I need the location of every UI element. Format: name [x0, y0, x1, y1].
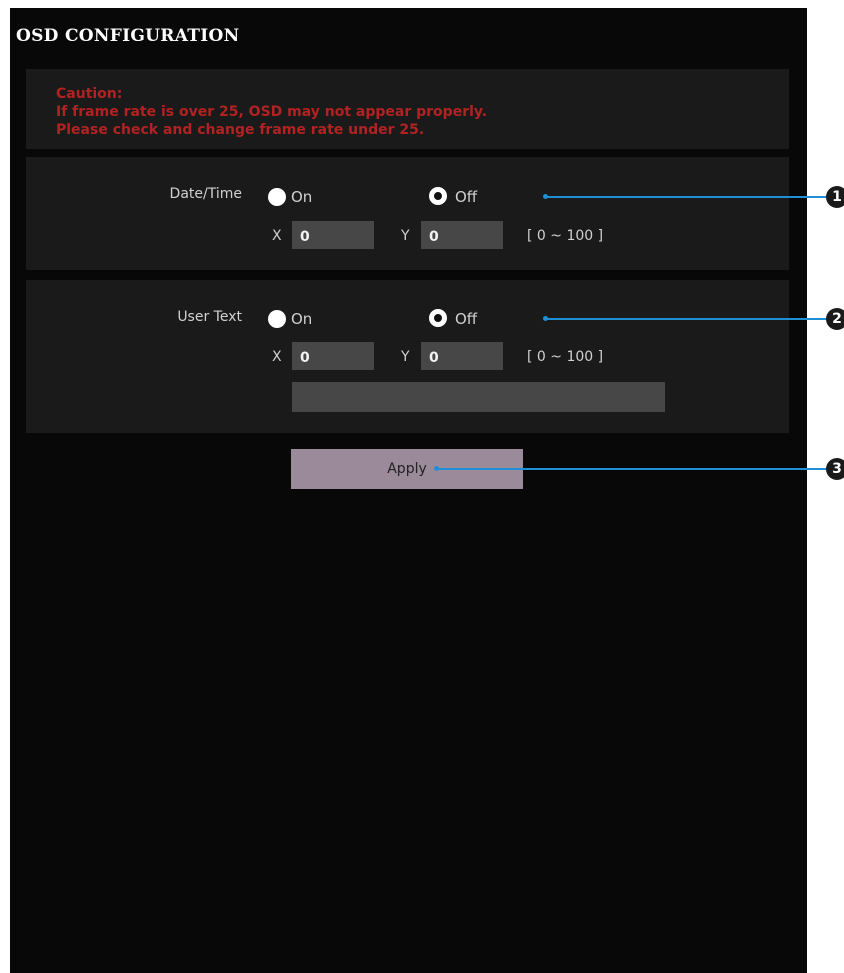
callout-3-line	[437, 468, 826, 470]
user-text-label: User Text	[177, 309, 242, 325]
date-time-off-radio[interactable]	[429, 187, 447, 205]
user-text-y-input[interactable]: 0	[421, 342, 503, 370]
date-time-label: Date/Time	[169, 186, 242, 202]
page-title: OSD CONFIGURATION	[16, 26, 240, 46]
user-text-input[interactable]	[292, 382, 665, 412]
callout-1-badge: 1	[826, 186, 844, 208]
date-time-x-label: X	[272, 228, 282, 244]
date-time-x-input[interactable]: 0	[292, 221, 374, 249]
date-time-section	[26, 157, 789, 270]
caution-line-2: Please check and change frame rate under…	[56, 122, 425, 138]
date-time-y-input[interactable]: 0	[421, 221, 503, 249]
osd-panel	[10, 8, 807, 973]
callout-1-line	[546, 196, 826, 198]
user-text-off-label[interactable]: Off	[455, 310, 477, 328]
callout-2-badge: 2	[826, 308, 844, 330]
caution-line-1: If frame rate is over 25, OSD may not ap…	[56, 104, 488, 120]
caution-heading: Caution:	[56, 86, 123, 102]
date-time-range-hint: [ 0 ~ 100 ]	[527, 228, 604, 244]
date-time-on-label[interactable]: On	[291, 188, 312, 206]
apply-button-label: Apply	[387, 461, 427, 477]
date-time-off-label[interactable]: Off	[455, 188, 477, 206]
date-time-on-radio[interactable]	[268, 188, 286, 206]
user-text-on-radio[interactable]	[268, 310, 286, 328]
user-text-on-label[interactable]: On	[291, 310, 312, 328]
date-time-y-label: Y	[401, 228, 410, 244]
user-text-off-radio[interactable]	[429, 309, 447, 327]
callout-3-badge: 3	[826, 458, 844, 480]
callout-2-line	[546, 318, 826, 320]
user-text-y-label: Y	[401, 349, 410, 365]
user-text-x-input[interactable]: 0	[292, 342, 374, 370]
user-text-range-hint: [ 0 ~ 100 ]	[527, 349, 604, 365]
user-text-x-label: X	[272, 349, 282, 365]
